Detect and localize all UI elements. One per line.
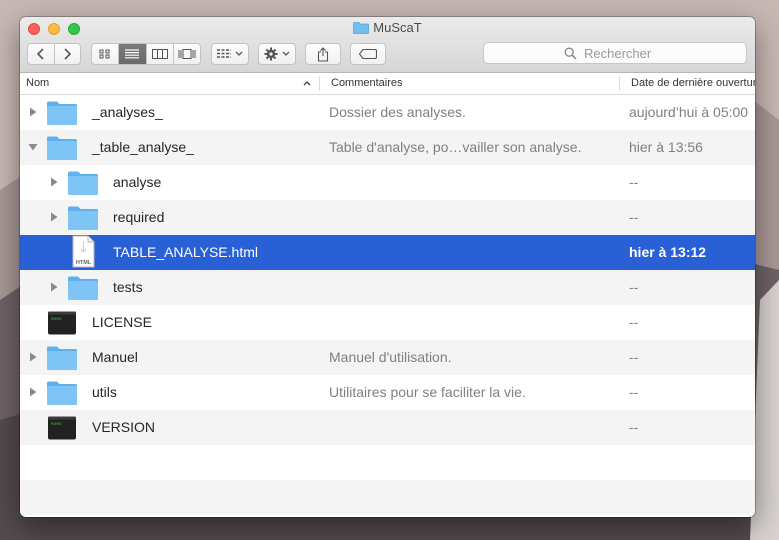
gallery-view-button[interactable] — [174, 44, 200, 64]
file-row[interactable]: HTML TABLE_ANALYSE.html hier à 13:12 — [20, 235, 755, 270]
file-row[interactable]: required -- — [20, 200, 755, 235]
group-grid-icon — [217, 49, 231, 58]
chevron-right-icon — [64, 48, 72, 60]
file-row[interactable]: exec VERSION -- — [20, 410, 755, 445]
columns-icon — [151, 49, 168, 59]
file-name: tests — [113, 279, 143, 295]
list-view-button[interactable] — [119, 44, 147, 64]
empty-row — [20, 480, 755, 515]
svg-text:exec: exec — [51, 317, 62, 322]
view-mode-selector — [91, 43, 201, 65]
chevron-down-icon — [235, 51, 243, 56]
file-date: -- — [629, 384, 639, 400]
folder-icon — [68, 171, 98, 195]
column-separator[interactable] — [619, 76, 620, 91]
file-row[interactable]: Manuel Manuel d'utilisation. -- — [20, 340, 755, 375]
column-name-label: Nom — [26, 77, 50, 89]
file-name: TABLE_ANALYSE.html — [113, 244, 258, 260]
action-menu-button[interactable] — [258, 43, 296, 65]
title-bar: MuScaT — [20, 17, 755, 73]
column-comments-label: Commentaires — [331, 77, 403, 89]
group-by-button[interactable] — [211, 43, 249, 65]
file-date: hier à 13:56 — [629, 139, 703, 155]
finder-window: MuScaT Rechercher Nom Commentaires Date … — [20, 17, 755, 517]
column-view-button[interactable] — [147, 44, 174, 64]
disclosure-triangle-right-icon[interactable] — [48, 281, 60, 293]
terminal-exec-icon: exec — [48, 311, 76, 335]
window-title-text: MuScaT — [373, 20, 422, 35]
file-name: VERSION — [92, 419, 156, 435]
share-button[interactable] — [305, 43, 341, 65]
file-date: hier à 13:12 — [629, 244, 707, 260]
file-list: _analyses_ Dossier des analyses. aujourd’h… — [20, 95, 755, 517]
file-name: _analyses_ — [92, 104, 163, 120]
column-date-label: Date de dernière ouverture — [631, 77, 755, 89]
forward-button[interactable] — [55, 44, 81, 64]
disclosure-triangle-right-icon[interactable] — [27, 351, 39, 363]
file-row[interactable]: tests -- — [20, 270, 755, 305]
file-comment: Manuel d'utilisation. — [329, 349, 452, 365]
column-date-header[interactable]: Date de dernière ouverture — [631, 73, 755, 94]
folder-icon — [47, 381, 77, 405]
column-header: Nom Commentaires Date de dernière ouvert… — [20, 73, 755, 95]
file-date: -- — [629, 349, 639, 365]
file-name: required — [113, 209, 165, 225]
sort-ascending-icon — [303, 81, 311, 86]
search-input[interactable] — [582, 44, 666, 62]
grid-icon — [99, 49, 110, 59]
search-field[interactable] — [483, 42, 747, 64]
folder-icon — [47, 346, 77, 370]
file-date: -- — [629, 279, 639, 295]
navigation-buttons — [27, 43, 81, 65]
search-icon — [564, 47, 577, 60]
file-date: -- — [629, 419, 639, 435]
folder-icon — [68, 206, 98, 230]
disclosure-triangle-right-icon[interactable] — [27, 386, 39, 398]
file-name: analyse — [113, 174, 162, 190]
window-title: MuScaT — [20, 20, 755, 35]
gallery-icon — [178, 49, 196, 59]
column-comments-header[interactable]: Commentaires — [331, 73, 621, 94]
svg-text:HTML: HTML — [76, 260, 92, 266]
disclosure-triangle-right-icon[interactable] — [27, 106, 39, 118]
terminal-exec-icon: exec — [48, 416, 76, 440]
icon-view-button[interactable] — [92, 44, 120, 64]
gear-icon — [264, 47, 278, 61]
column-separator[interactable] — [319, 76, 320, 91]
column-name-header[interactable]: Nom — [26, 73, 316, 94]
file-comment: Dossier des analyses. — [329, 104, 466, 120]
disclosure-triangle-down-icon[interactable] — [27, 141, 39, 153]
file-row[interactable]: utils Utilitaires pour se faciliter la vi… — [20, 375, 755, 410]
file-date: -- — [629, 174, 639, 190]
file-name: LICENSE — [92, 314, 152, 330]
file-comment: Table d'analyse, po…vailler son analyse. — [329, 139, 582, 155]
chevron-down-icon — [282, 51, 290, 56]
file-row[interactable]: exec LICENSE -- — [20, 305, 755, 340]
back-button[interactable] — [28, 44, 55, 64]
file-name: Manuel — [92, 349, 138, 365]
chevron-left-icon — [36, 48, 44, 60]
file-name: _table_analyse_ — [92, 139, 194, 155]
folder-icon — [353, 22, 370, 34]
html-file-icon: HTML — [72, 235, 95, 268]
folder-icon — [47, 101, 77, 125]
svg-text:exec: exec — [51, 422, 62, 427]
file-date: -- — [629, 209, 639, 225]
folder-icon — [47, 136, 77, 160]
file-name: utils — [92, 384, 117, 400]
tags-button[interactable] — [350, 43, 386, 65]
disclosure-triangle-right-icon[interactable] — [48, 176, 60, 188]
file-date: -- — [629, 314, 639, 330]
share-icon — [317, 46, 329, 62]
disclosure-triangle-right-icon[interactable] — [48, 211, 60, 223]
file-comment: Utilitaires pour se faciliter la vie. — [329, 384, 526, 400]
file-row[interactable]: _analyses_ Dossier des analyses. aujourd’h… — [20, 95, 755, 130]
file-date: aujourd’hui à 05:00 — [629, 104, 749, 120]
list-icon — [125, 49, 140, 59]
file-row[interactable]: _table_analyse_ Table d'analyse, po…vaill… — [20, 130, 755, 165]
file-row[interactable]: analyse -- — [20, 165, 755, 200]
folder-icon — [68, 276, 98, 300]
empty-row — [20, 445, 755, 480]
tag-icon — [359, 49, 377, 59]
